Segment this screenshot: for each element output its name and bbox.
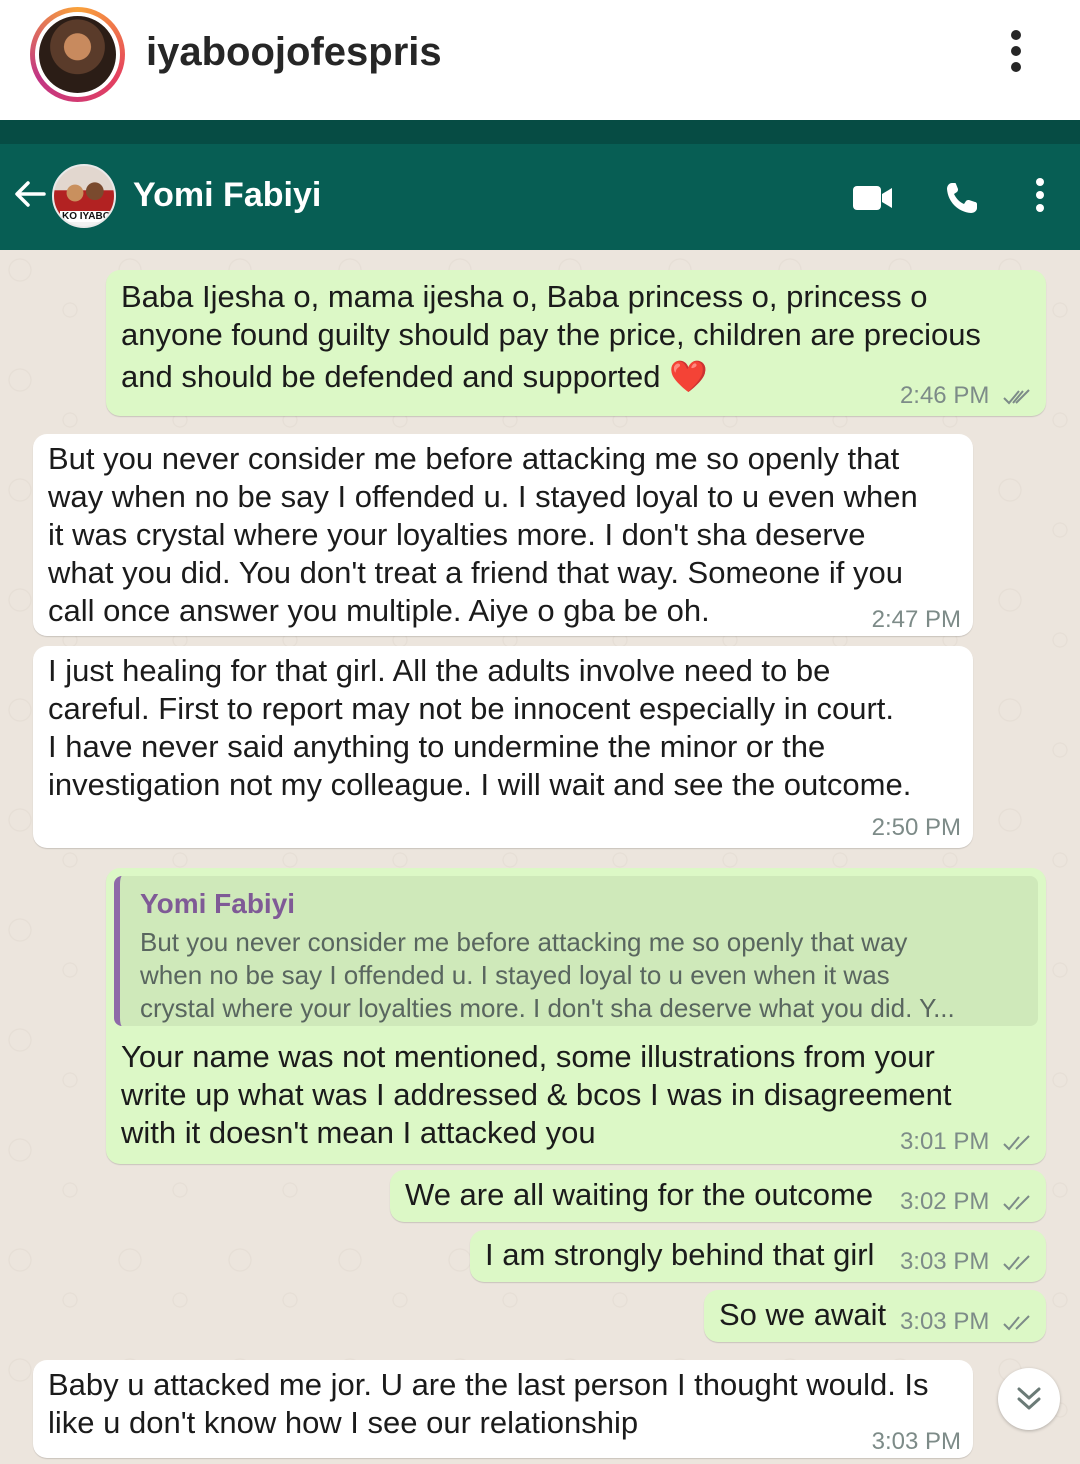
message-text-line: I just healing for that girl. All the ad…	[48, 653, 831, 688]
quoted-text-line: But you never consider me before attacki…	[140, 927, 908, 957]
message-text-line: call once answer you multiple. Aiye o gb…	[48, 593, 710, 628]
quoted-message[interactable]: Yomi Fabiyi But you never consider me be…	[114, 876, 1038, 1026]
quoted-text-line: when no be say I offended u. I stayed lo…	[140, 960, 890, 990]
message-timestamp: 3:01 PM	[900, 1128, 1032, 1156]
outgoing-message[interactable]: Baba Ijesha o, mama ijesha o, Baba princ…	[106, 270, 1046, 416]
message-timestamp: 2:46 PM	[900, 382, 1032, 410]
message-text: So we await	[719, 1297, 887, 1332]
contact-name[interactable]: Yomi Fabiyi	[133, 176, 321, 215]
profile-avatar-image	[35, 12, 120, 97]
message-timestamp: 3:03 PM	[871, 1428, 961, 1455]
avatar-tag: KO IYABO	[60, 211, 113, 222]
contact-avatar[interactable]: KO IYABO	[52, 164, 116, 228]
message-timestamp: 2:50 PM	[871, 814, 961, 841]
double-check-icon	[1003, 1314, 1030, 1331]
whatsapp-app-bar: KO IYABO Yomi Fabiyi	[0, 120, 1080, 250]
quoted-sender-name: Yomi Fabiyi	[140, 888, 296, 919]
double-check-icon	[1003, 1134, 1030, 1151]
outgoing-message[interactable]: We are all waiting for the outcome 3:02 …	[390, 1170, 1046, 1222]
message-text-line: write up what was I addressed & bcos I w…	[121, 1077, 952, 1112]
profile-avatar[interactable]	[30, 7, 125, 102]
message-text-line: what you did. You don't treat a friend t…	[48, 555, 903, 590]
outgoing-message[interactable]: I am strongly behind that girl 3:03 PM	[470, 1230, 1046, 1282]
message-text-line: Your name was not mentioned, some illust…	[121, 1039, 935, 1074]
message-timestamp: 3:03 PM	[900, 1248, 1032, 1276]
message-text: I am strongly behind that girl	[485, 1237, 875, 1272]
message-timestamp: 2:47 PM	[871, 606, 961, 633]
message-text-line: like u don't know how I see our relation…	[48, 1405, 639, 1440]
more-vertical-icon[interactable]	[1032, 178, 1048, 218]
message-text-line: Baby u attacked me jor. U are the last p…	[48, 1367, 929, 1402]
double-check-icon	[1003, 1254, 1030, 1271]
instagram-header: iyaboojofespris	[0, 0, 1080, 120]
status-strip	[0, 120, 1080, 144]
incoming-message[interactable]: I just healing for that girl. All the ad…	[33, 646, 973, 848]
message-text-line: But you never consider me before attacki…	[48, 441, 900, 476]
message-text-line: way when no be say I offended u. I staye…	[48, 479, 918, 514]
phone-icon[interactable]	[944, 180, 980, 216]
double-chevron-down-icon	[1017, 1387, 1041, 1410]
scroll-to-bottom-button[interactable]	[998, 1368, 1060, 1430]
double-check-icon	[1003, 388, 1030, 405]
message-text-line: investigation not my colleague. I will w…	[48, 767, 912, 802]
incoming-message[interactable]: But you never consider me before attacki…	[33, 434, 973, 636]
instagram-username[interactable]: iyaboojofespris	[146, 30, 442, 75]
double-check-icon	[1003, 1194, 1030, 1211]
video-call-icon[interactable]	[852, 184, 894, 212]
message-text-line: and should be defended and supported ❤️	[121, 359, 708, 394]
message-text-line: I have never said anything to undermine …	[48, 729, 826, 764]
back-arrow-icon[interactable]	[12, 176, 48, 212]
outgoing-message[interactable]: So we await 3:03 PM	[704, 1290, 1046, 1342]
quoted-text-line: crystal where your loyalties more. I don…	[140, 993, 955, 1023]
message-timestamp: 3:02 PM	[900, 1188, 1032, 1216]
message-text-line: anyone found guilty should pay the price…	[121, 317, 981, 352]
incoming-message[interactable]: Baby u attacked me jor. U are the last p…	[33, 1360, 973, 1458]
chat-area[interactable]: Baba Ijesha o, mama ijesha o, Baba princ…	[0, 250, 1080, 1464]
outgoing-reply-message[interactable]: Yomi Fabiyi But you never consider me be…	[106, 868, 1046, 1164]
message-text: We are all waiting for the outcome	[405, 1177, 874, 1212]
message-text-line: careful. First to report may not be inno…	[48, 691, 895, 726]
message-timestamp: 3:03 PM	[900, 1308, 1032, 1336]
message-text-line: with it doesn't mean I attacked you	[121, 1115, 596, 1150]
vertical-dots-icon[interactable]	[1004, 30, 1028, 80]
message-text-line: it was crystal where your loyalties more…	[48, 517, 866, 552]
message-text-line: Baba Ijesha o, mama ijesha o, Baba princ…	[121, 279, 928, 314]
